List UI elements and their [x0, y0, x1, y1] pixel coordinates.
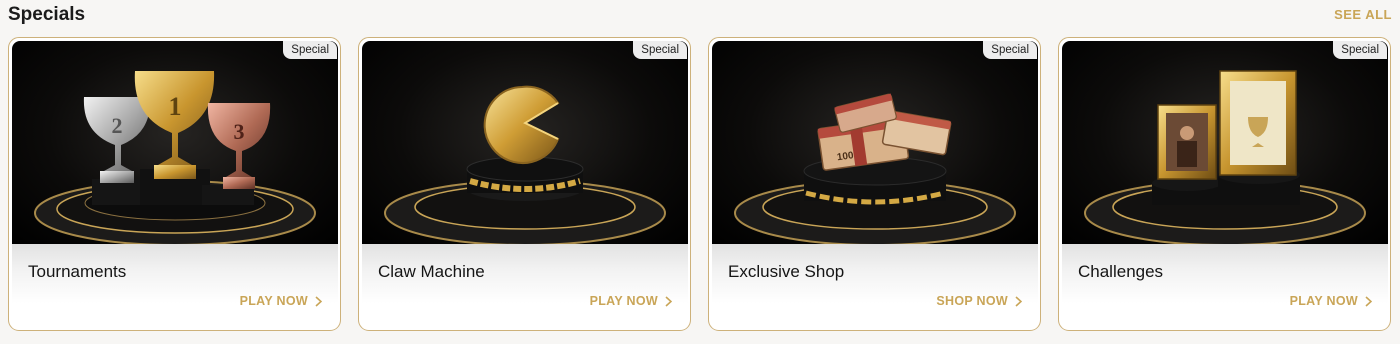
- specials-carousel: 2 1 3 Special Tournaments PLAY NOW Speci…: [8, 37, 1392, 331]
- svg-text:1: 1: [169, 92, 182, 121]
- chevron-right-icon: [1365, 295, 1372, 307]
- cash-bundle-art: 100: [712, 41, 1038, 244]
- card-footer: Tournaments PLAY NOW: [12, 244, 338, 329]
- play-now-button[interactable]: PLAY NOW: [240, 294, 322, 308]
- special-badge: Special: [1333, 41, 1387, 59]
- card-tournaments[interactable]: 2 1 3 Special Tournaments PLAY NOW: [8, 37, 341, 331]
- action-label: PLAY NOW: [1289, 294, 1358, 308]
- see-all-link[interactable]: SEE ALL: [1334, 7, 1392, 22]
- svg-text:3: 3: [234, 119, 245, 144]
- card-footer: Exclusive Shop SHOP NOW: [712, 244, 1038, 329]
- shop-now-button[interactable]: SHOP NOW: [936, 294, 1022, 308]
- chevron-right-icon: [665, 295, 672, 307]
- chevron-right-icon: [1015, 295, 1022, 307]
- play-now-button[interactable]: PLAY NOW: [590, 294, 672, 308]
- gold-coin-pacman-art: [362, 41, 688, 244]
- play-now-button[interactable]: PLAY NOW: [1290, 294, 1372, 308]
- card-title: Challenges: [1078, 262, 1164, 281]
- chevron-right-icon: [315, 295, 322, 307]
- svg-text:2: 2: [112, 113, 123, 138]
- card-challenges[interactable]: Special Challenges PLAY NOW: [1058, 37, 1391, 331]
- card-title: Claw Machine: [378, 262, 485, 281]
- card-title: Tournaments: [28, 262, 127, 281]
- special-badge: Special: [633, 41, 687, 59]
- special-badge: Special: [983, 41, 1037, 59]
- card-footer: Claw Machine PLAY NOW: [362, 244, 688, 329]
- special-badge: Special: [283, 41, 337, 59]
- action-label: SHOP NOW: [936, 294, 1008, 308]
- action-label: PLAY NOW: [239, 294, 308, 308]
- trophy-podium-art: 2 1 3: [12, 41, 338, 244]
- card-exclusive-shop[interactable]: 100 Special Exclusive Shop SHOP NOW: [708, 37, 1041, 331]
- action-label: PLAY NOW: [589, 294, 658, 308]
- framed-pictures-art: [1062, 41, 1388, 244]
- card-title: Exclusive Shop: [728, 262, 845, 281]
- card-footer: Challenges PLAY NOW: [1062, 244, 1388, 329]
- section-title: Specials: [8, 4, 86, 25]
- card-claw-machine[interactable]: Special Claw Machine PLAY NOW: [358, 37, 691, 331]
